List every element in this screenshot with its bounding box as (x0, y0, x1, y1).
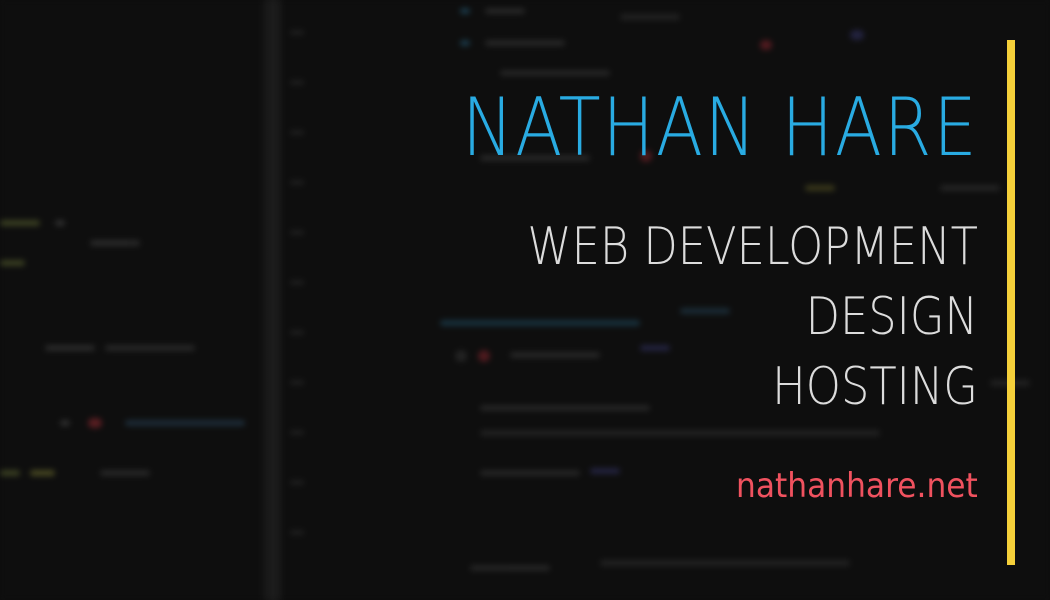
accent-bar (1007, 40, 1015, 565)
website-url: nathanhare.net (736, 466, 978, 506)
business-card: NATHAN HARE WEB DEVELOPMENT DESIGN HOSTI… (0, 0, 1050, 600)
service-hosting: HOSTING (772, 357, 978, 417)
editor-divider (262, 0, 284, 600)
services-list: WEB DEVELOPMENT DESIGN HOSTING (454, 212, 978, 422)
service-web-development: WEB DEVELOPMENT (527, 217, 978, 277)
person-name: NATHAN HARE (461, 81, 978, 174)
service-design: DESIGN (805, 287, 978, 347)
